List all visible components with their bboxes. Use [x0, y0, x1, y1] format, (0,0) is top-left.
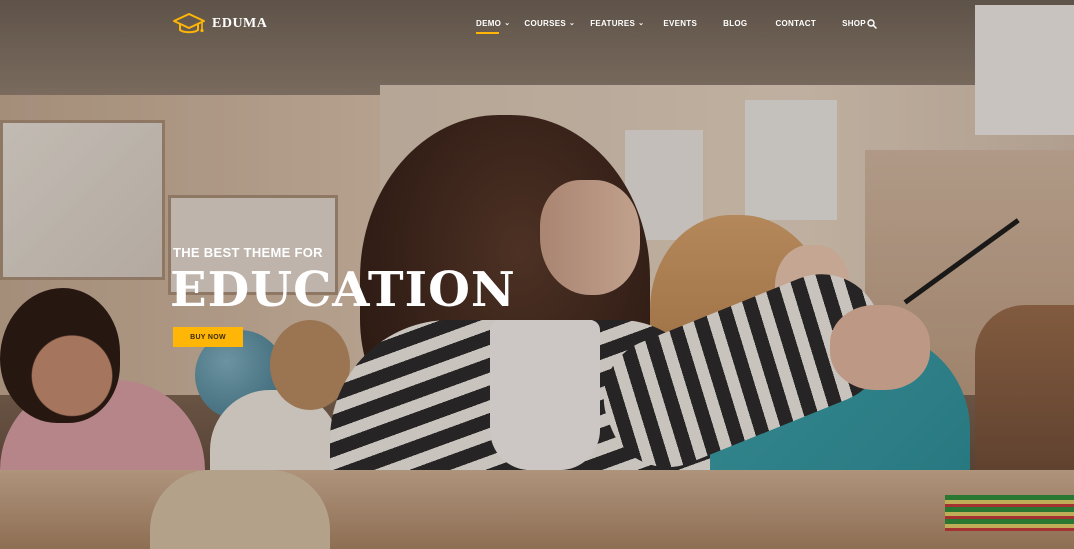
buy-now-button[interactable]: BUY NOW [173, 327, 243, 347]
hero-section: EDUMA DEMO ⌄ COURSES ⌄ FEATURES ⌄ EVENTS… [0, 0, 1074, 549]
site-header: EDUMA DEMO ⌄ COURSES ⌄ FEATURES ⌄ EVENTS… [0, 0, 1074, 50]
main-nav: DEMO ⌄ COURSES ⌄ FEATURES ⌄ EVENTS BLOG … [476, 19, 866, 34]
chevron-down-icon: ⌄ [569, 20, 576, 27]
graduation-cap-icon [173, 13, 205, 34]
hero-subtitle: THE BEST THEME FOR [173, 245, 323, 260]
nav-item-label: BLOG [723, 19, 748, 28]
nav-item-courses[interactable]: COURSES ⌄ [524, 19, 575, 28]
nav-item-events[interactable]: EVENTS [663, 19, 697, 28]
chevron-down-icon: ⌄ [504, 20, 511, 27]
nav-item-label: EVENTS [663, 19, 698, 28]
search-icon[interactable] [867, 19, 877, 29]
nav-item-blog[interactable]: BLOG [723, 19, 747, 28]
nav-item-label: COURSES [524, 19, 567, 28]
nav-item-shop[interactable]: SHOP [842, 19, 866, 28]
nav-item-features[interactable]: FEATURES ⌄ [590, 19, 644, 28]
nav-item-contact[interactable]: CONTACT [775, 19, 816, 28]
hero-overlay [0, 0, 1074, 549]
nav-item-label: CONTACT [775, 19, 817, 28]
nav-item-label: SHOP [842, 19, 866, 28]
hero-title: EDUCATION [170, 262, 516, 318]
site-logo[interactable]: EDUMA [172, 12, 267, 36]
chevron-down-icon: ⌄ [638, 20, 645, 27]
brand-name: EDUMA [212, 16, 268, 31]
nav-item-demo[interactable]: DEMO ⌄ [476, 19, 511, 34]
nav-item-label: FEATURES [590, 19, 636, 28]
nav-item-label: DEMO [476, 19, 502, 28]
